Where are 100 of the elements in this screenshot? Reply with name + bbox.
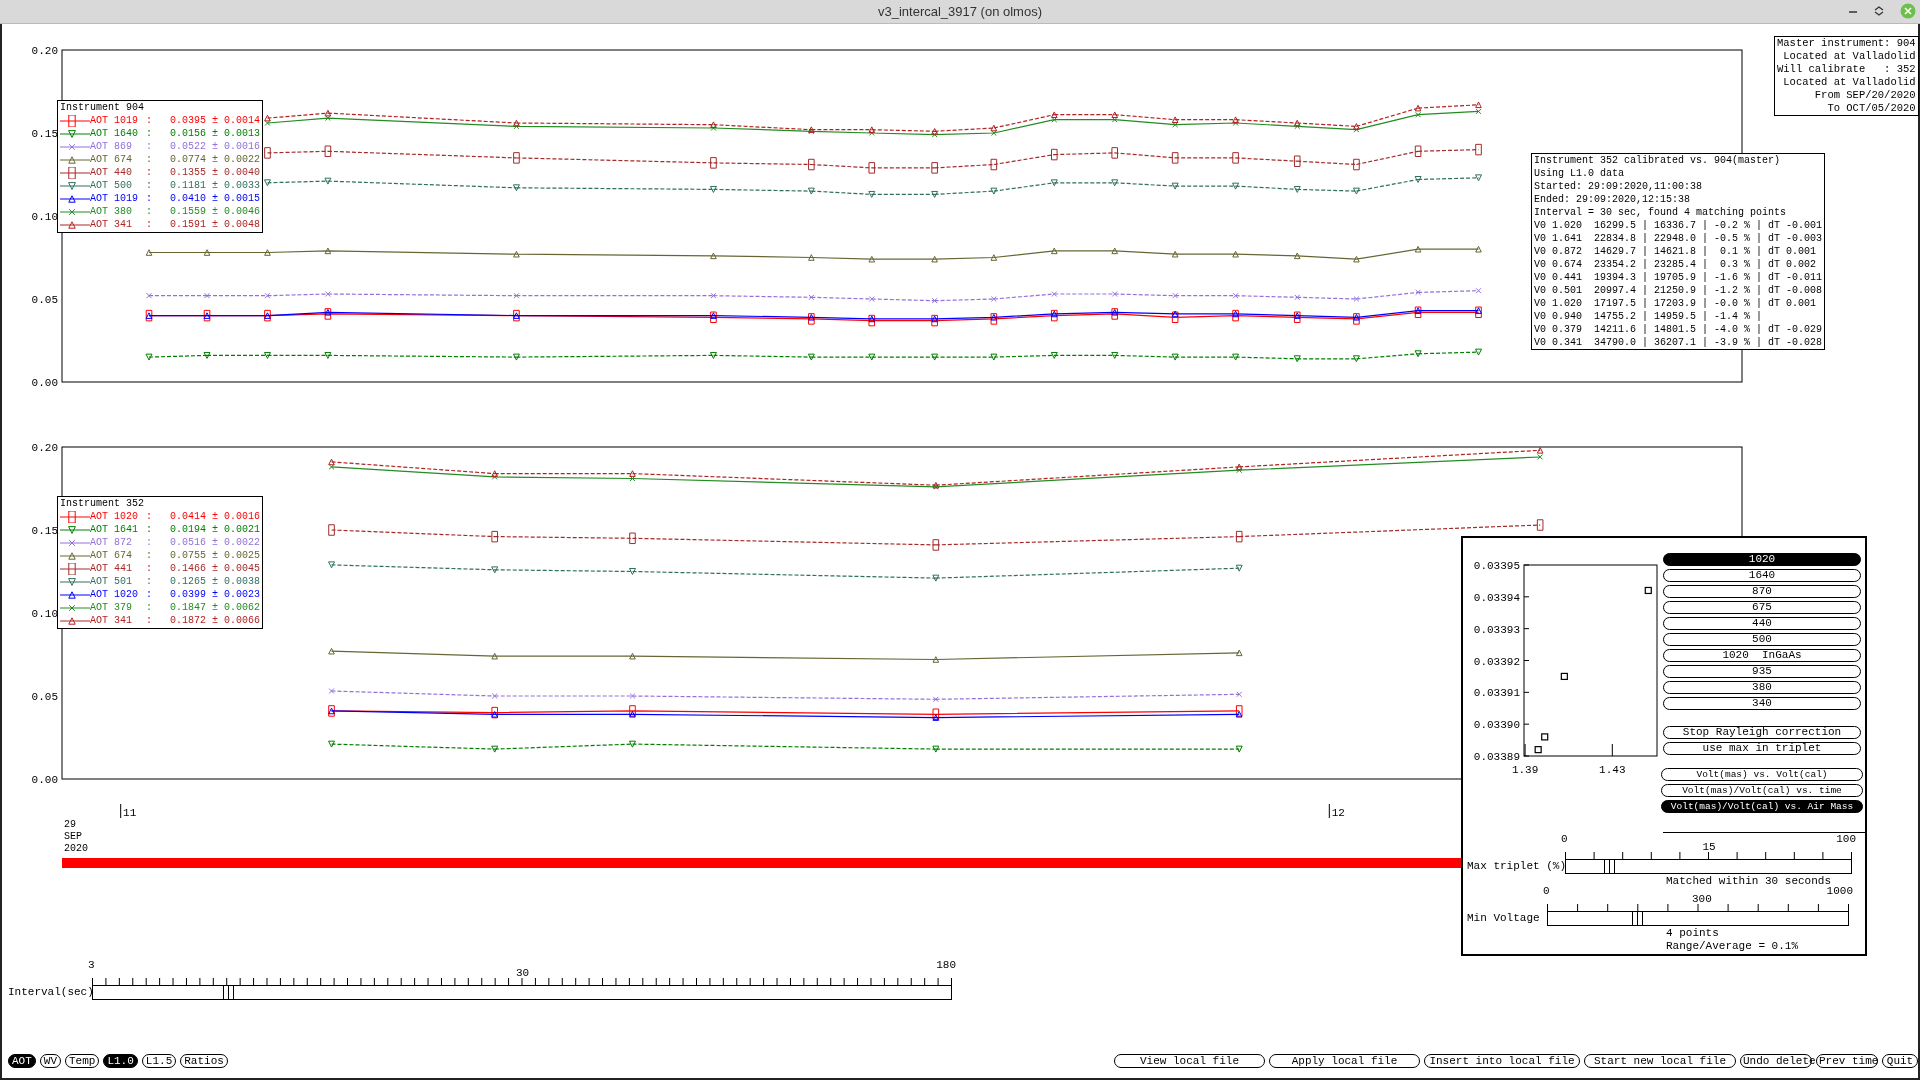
data-point [1534,746,1542,754]
toggle-button[interactable]: 1640 [1663,569,1861,582]
axis-label: 0.03389 [1473,751,1520,763]
scale-label: 0 [1543,885,1550,897]
axis-label: 0.20 [31,442,58,454]
toggle-button[interactable]: AOT [8,1054,36,1068]
toggle-button[interactable]: Prev time [1816,1054,1878,1068]
legend-value: : 0.1559 ± 0.0046 [146,205,261,219]
toggle-button[interactable]: Apply local file [1269,1054,1420,1068]
toggle-button[interactable]: Stop Rayleigh correction [1663,726,1861,739]
legend-label: AOT 1640 [90,127,139,141]
legend-label: AOT 341 [90,614,133,628]
axis-label: 0.05 [31,691,58,703]
legend-title: Instrument 904 [60,102,145,114]
slider-track[interactable] [1565,859,1852,874]
legend-value: : 0.1355 ± 0.0040 [146,166,261,180]
toggle-button[interactable]: Insert into local file [1424,1054,1580,1068]
date-label: 29 [64,819,77,831]
toggle-button[interactable]: L1.5 [141,1054,177,1068]
axis-label: 0.03391 [1473,687,1520,700]
toggle-button[interactable]: Quit [1882,1054,1918,1068]
toggle-button[interactable]: Ratios [180,1054,228,1068]
toggle-button[interactable]: 380 [1663,681,1861,694]
toggle-button[interactable]: 1020 [1663,553,1861,566]
legend-value: : 0.1466 ± 0.0045 [146,562,261,576]
info-line: From SEP/20/2020 [1814,89,1916,102]
toggle-button[interactable]: Volt(mas)/Volt(cal) vs. Air Mass [1661,800,1863,813]
legend-label: AOT 500 [90,179,133,193]
toggle-button[interactable]: Volt(mas)/Volt(cal) vs. time [1661,784,1863,797]
axis-label: 0.20 [31,45,58,57]
scale-label: 0 [1561,833,1568,845]
legend-label: AOT 1020 [90,510,139,524]
legend-label: AOT 379 [90,601,133,615]
legend-value: : 0.1181 ± 0.0033 [146,179,261,193]
toggle-button[interactable]: Start new local file [1584,1054,1736,1068]
window-title: v3_intercal_3917 (on olmos) [877,2,1042,21]
legend-label: AOT 380 [90,205,133,219]
scale-label: 15 [1702,841,1716,853]
info-line: Instrument 352 calibrated vs. 904(master) [1534,154,1782,167]
info-line: V0 1.020 17197.5 | 17203.9 | -0.0 % | dT 0.001 [1534,297,1818,310]
info-line: Located at Valladolid [1783,50,1916,63]
status-text: Matched within 30 seconds [1666,875,1832,887]
axis-label: 0.03395 [1473,560,1520,572]
axis-label: 0.00 [31,774,58,786]
toggle-button[interactable]: View local file [1114,1054,1265,1068]
slider-track[interactable] [92,985,952,1000]
axis-label: 11 [123,807,137,819]
status-text: Range/Average = 0.1% [1666,940,1799,953]
toggle-button[interactable]: L1.0 [103,1054,138,1068]
legend-label: AOT 1641 [90,523,139,537]
legend-value: : 0.0755 ± 0.0025 [146,549,261,563]
scale-label: 30 [516,967,530,979]
data-point [1541,733,1549,741]
axis-label: 1.43 [1599,764,1626,776]
axis-label: 1.39 [1511,764,1539,776]
slider-thumb[interactable] [1604,860,1616,873]
axis-label: 0.05 [31,294,58,306]
toggle-button[interactable]: 870 [1663,585,1861,598]
legend-value: : 0.1872 ± 0.0066 [146,614,261,628]
legend-value: : 0.0522 ± 0.0016 [146,140,261,154]
toggle-button[interactable]: Volt(mas) vs. Volt(cal) [1661,768,1863,781]
info-line: Located at Valladolid [1783,76,1916,89]
info-line: V0 1.020 16299.5 | 16336.7 | -0.2 % | dT -0.001 [1534,219,1823,232]
scale-label: 300 [1692,893,1712,905]
slider-label: Interval(sec) [8,986,94,999]
toggle-button[interactable]: 1020 InGaAs [1663,649,1861,662]
status-text: 4 points [1666,927,1719,940]
info-line: Using L1.0 data [1534,167,1625,180]
toggle-button[interactable]: WV [39,1054,61,1068]
toggle-button[interactable]: 440 [1663,617,1861,630]
slider-thumb[interactable] [223,986,235,999]
toggle-button[interactable]: 935 [1663,665,1861,678]
toggle-button[interactable]: 340 [1663,697,1861,710]
legend-label: AOT 1019 [90,192,139,206]
slider-track[interactable] [1547,911,1849,926]
axis-label: 0.10 [31,211,58,223]
axis-label: 0.03393 [1473,623,1520,636]
info-line: Interval = 30 sec, found 4 matching points [1534,206,1788,219]
scale-label: 180 [936,959,956,971]
info-line: V0 0.379 14211.6 | 14801.5 | -4.0 % | dT -0.029 [1534,323,1823,336]
toggle-button[interactable]: 500 [1663,633,1861,646]
info-line: To OCT/05/2020 [1827,102,1916,115]
legend-label: AOT 1019 [90,114,139,128]
axis-label: 0.00 [31,377,58,389]
toggle-button[interactable]: Temp [65,1054,100,1068]
info-line: V0 0.940 14755.2 | 14959.5 | -1.4 % | [1534,310,1764,323]
maximize-icon[interactable] [1874,6,1884,16]
legend-value: : 0.1591 ± 0.0048 [146,218,261,232]
data-point [1560,672,1568,680]
axis-label: 0.15 [31,128,58,140]
axis-label: 0.03392 [1473,655,1520,668]
slider-thumb[interactable] [1631,912,1643,925]
toggle-button[interactable]: 675 [1663,601,1861,614]
legend-label: AOT 1020 [90,588,139,602]
legend-value: : 0.0156 ± 0.0013 [146,127,261,141]
date-label: SEP [64,831,83,843]
slider-label: Max triplet (%) [1467,860,1567,873]
toggle-button[interactable]: use max in triplet [1663,742,1861,755]
scale-label: 3 [88,959,95,971]
legend-value: : 0.0414 ± 0.0016 [146,510,261,524]
